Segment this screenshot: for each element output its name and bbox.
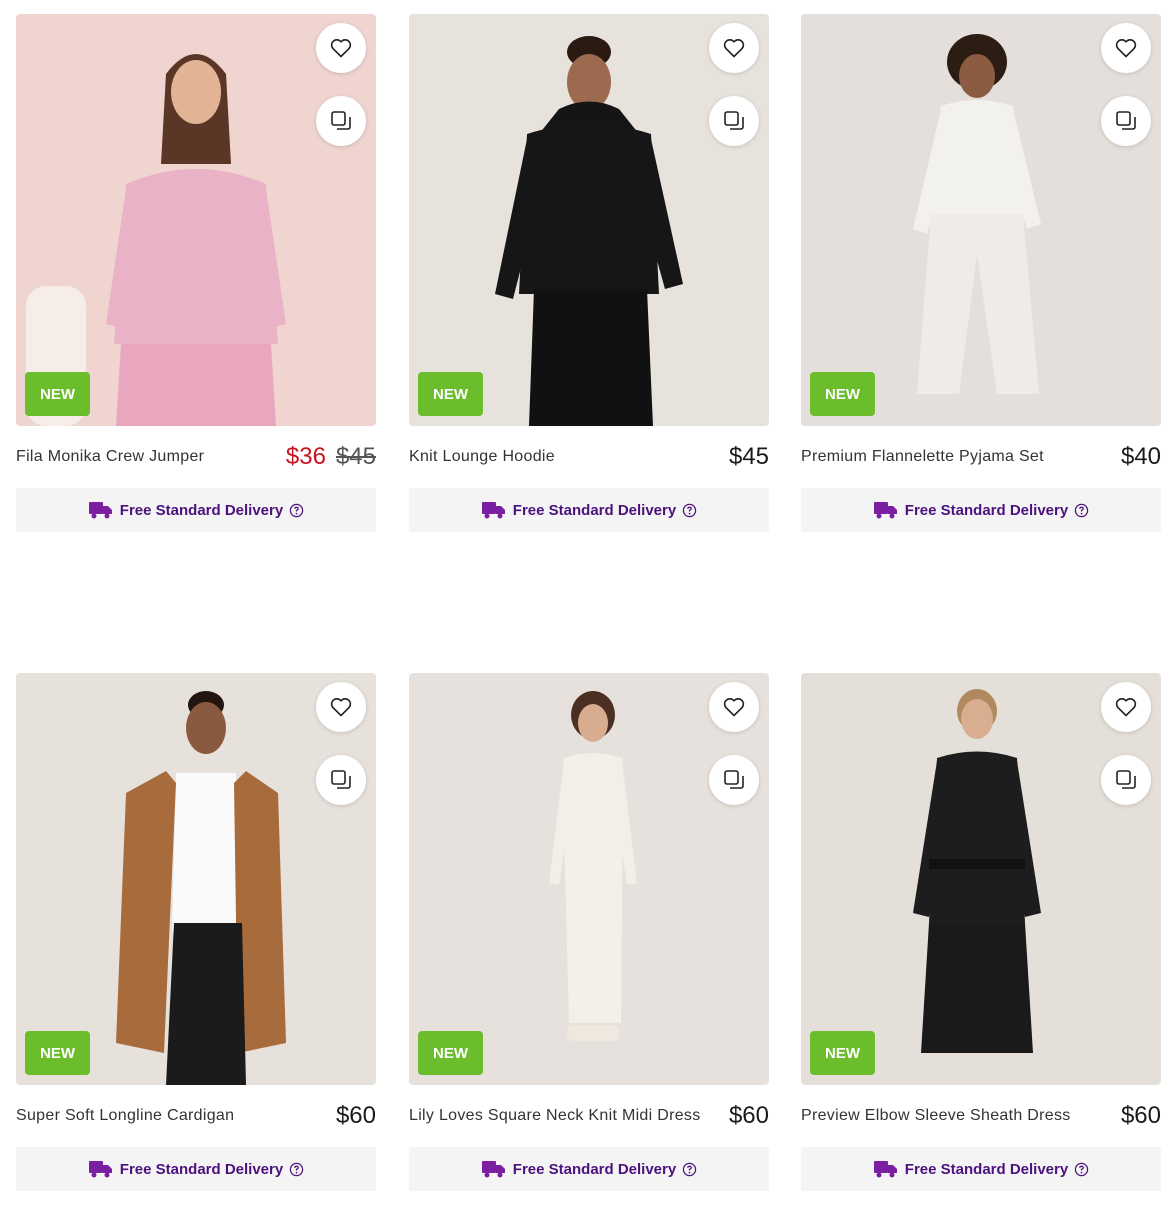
free-delivery-banner[interactable]: Free Standard Delivery <box>801 1147 1161 1191</box>
delivery-truck-icon <box>873 1161 897 1178</box>
product-image[interactable]: NEW <box>801 673 1161 1085</box>
delivery-label: Free Standard Delivery <box>119 501 284 519</box>
product-card[interactable]: NEW Premium Flannelette Pyjama Set $40 F… <box>801 14 1161 532</box>
compare-button[interactable] <box>1101 96 1151 146</box>
product-price: $40 <box>1120 443 1161 470</box>
compare-icon <box>1116 770 1136 789</box>
wishlist-button[interactable] <box>316 682 366 732</box>
product-photo <box>801 673 1161 1085</box>
product-card[interactable]: NEW Super Soft Longline Cardigan $60 Fre… <box>16 673 376 1191</box>
product-card[interactable]: NEW Preview Elbow Sleeve Sheath Dress $6… <box>801 673 1161 1191</box>
compare-button[interactable] <box>709 96 759 146</box>
free-delivery-banner[interactable]: Free Standard Delivery <box>16 1147 376 1191</box>
product-name[interactable]: Preview Elbow Sleeve Sheath Dress <box>801 1107 1071 1125</box>
new-badge: NEW <box>810 1031 875 1075</box>
delivery-truck-icon <box>481 502 505 519</box>
question-circle-icon[interactable] <box>289 503 304 518</box>
product-image[interactable]: NEW <box>16 14 376 426</box>
product-price: $60 <box>1120 1102 1161 1129</box>
product-photo <box>16 14 376 426</box>
compare-icon <box>1116 111 1136 130</box>
sale-price: $36 <box>285 443 326 470</box>
delivery-label: Free Standard Delivery <box>512 1160 677 1178</box>
product-name[interactable]: Knit Lounge Hoodie <box>409 448 555 466</box>
compare-button[interactable] <box>709 755 759 805</box>
product-name[interactable]: Super Soft Longline Cardigan <box>16 1107 234 1125</box>
compare-icon <box>331 770 351 789</box>
heart-icon <box>330 698 352 717</box>
free-delivery-banner[interactable]: Free Standard Delivery <box>16 488 376 532</box>
compare-icon <box>724 111 744 130</box>
new-badge: NEW <box>810 372 875 416</box>
original-price: $45 <box>335 443 376 470</box>
heart-icon <box>1115 698 1137 717</box>
product-photo <box>409 14 769 426</box>
product-photo <box>409 673 769 1085</box>
wishlist-button[interactable] <box>316 23 366 73</box>
free-delivery-banner[interactable]: Free Standard Delivery <box>801 488 1161 532</box>
compare-icon <box>724 770 744 789</box>
wishlist-button[interactable] <box>1101 23 1151 73</box>
question-circle-icon[interactable] <box>1074 503 1089 518</box>
product-card[interactable]: NEW Knit Lounge Hoodie $45 Free Standard… <box>409 14 769 532</box>
product-image[interactable]: NEW <box>801 14 1161 426</box>
product-image[interactable]: NEW <box>409 673 769 1085</box>
compare-button[interactable] <box>1101 755 1151 805</box>
delivery-truck-icon <box>88 1161 112 1178</box>
product-price: $45 <box>728 443 769 470</box>
heart-icon <box>723 698 745 717</box>
new-badge: NEW <box>25 1031 90 1075</box>
delivery-label: Free Standard Delivery <box>119 1160 284 1178</box>
compare-button[interactable] <box>316 755 366 805</box>
question-circle-icon[interactable] <box>1074 1162 1089 1177</box>
wishlist-button[interactable] <box>1101 682 1151 732</box>
delivery-label: Free Standard Delivery <box>904 501 1069 519</box>
question-circle-icon[interactable] <box>289 1162 304 1177</box>
compare-button[interactable] <box>316 96 366 146</box>
delivery-truck-icon <box>481 1161 505 1178</box>
product-name[interactable]: Fila Monika Crew Jumper <box>16 448 204 466</box>
product-price: $60 <box>335 1102 376 1129</box>
delivery-label: Free Standard Delivery <box>904 1160 1069 1178</box>
product-name[interactable]: Lily Loves Square Neck Knit Midi Dress <box>409 1107 701 1125</box>
heart-icon <box>330 39 352 58</box>
heart-icon <box>1115 39 1137 58</box>
product-price: $60 <box>728 1102 769 1129</box>
wishlist-button[interactable] <box>709 23 759 73</box>
new-badge: NEW <box>418 372 483 416</box>
heart-icon <box>723 39 745 58</box>
delivery-truck-icon <box>88 502 112 519</box>
question-circle-icon[interactable] <box>682 1162 697 1177</box>
delivery-label: Free Standard Delivery <box>512 501 677 519</box>
product-card[interactable]: NEW Lily Loves Square Neck Knit Midi Dre… <box>409 673 769 1191</box>
free-delivery-banner[interactable]: Free Standard Delivery <box>409 488 769 532</box>
product-photo <box>801 14 1161 426</box>
wishlist-button[interactable] <box>709 682 759 732</box>
new-badge: NEW <box>25 372 90 416</box>
product-grid: NEW Fila Monika Crew Jumper $36 $45 Free… <box>0 0 1170 1219</box>
question-circle-icon[interactable] <box>682 503 697 518</box>
product-card[interactable]: NEW Fila Monika Crew Jumper $36 $45 Free… <box>16 14 376 532</box>
product-image[interactable]: NEW <box>16 673 376 1085</box>
product-image[interactable]: NEW <box>409 14 769 426</box>
delivery-truck-icon <box>873 502 897 519</box>
free-delivery-banner[interactable]: Free Standard Delivery <box>409 1147 769 1191</box>
product-name[interactable]: Premium Flannelette Pyjama Set <box>801 448 1044 466</box>
product-photo <box>16 673 376 1085</box>
compare-icon <box>331 111 351 130</box>
new-badge: NEW <box>418 1031 483 1075</box>
